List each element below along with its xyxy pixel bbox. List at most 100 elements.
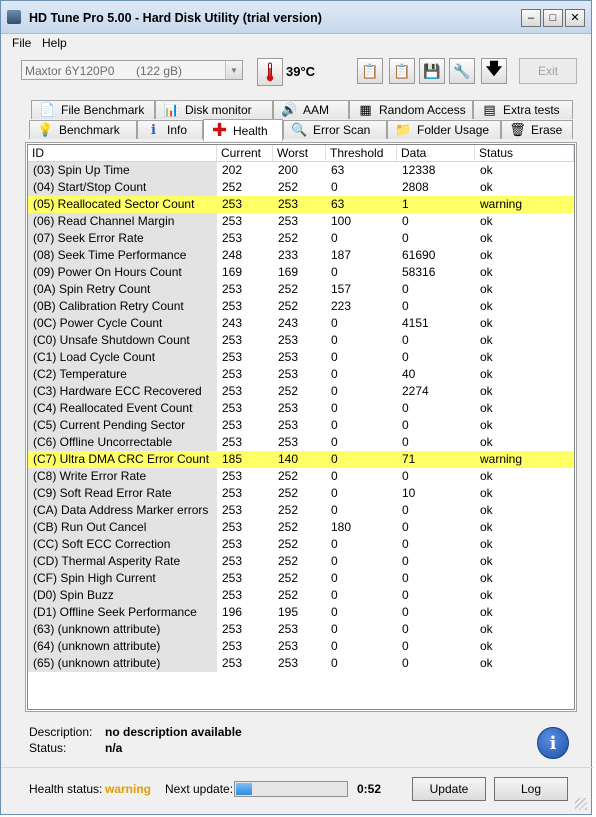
health-panel: ID Current Worst Threshold Data Status (03) S… <box>25 142 577 712</box>
table-row[interactable]: (06) Read Channel Margin 253 253 100 0 ok <box>28 213 574 230</box>
table-row[interactable]: (D1) Offline Seek Performance 196 195 0 0 ok <box>28 604 574 621</box>
arrow-down-icon: 🡇 <box>485 60 503 78</box>
table-cell: 200 <box>278 163 299 177</box>
log-button[interactable]: Log <box>494 777 568 801</box>
menu-file[interactable]: File <box>12 36 31 50</box>
table-cell: 253 <box>222 571 243 585</box>
maximize-button[interactable]: □ <box>543 9 563 27</box>
table-row[interactable]: (CB) Run Out Cancel 253 252 180 0 ok <box>28 519 574 536</box>
table-cell: (C8) Write Error Rate <box>28 468 217 485</box>
close-button[interactable]: ✕ <box>565 9 585 27</box>
drive-select[interactable]: Maxtor 6Y120P0 (122 gB) ▼ <box>21 60 243 80</box>
table-row[interactable]: (C6) Offline Uncorrectable 253 253 0 0 ok <box>28 434 574 451</box>
table-cell: (63) (unknown attribute) <box>28 621 217 638</box>
table-row[interactable]: (C3) Hardware ECC Recovered 253 252 0 2274 ok <box>28 383 574 400</box>
tab-extra-tests[interactable]: ▤ Extra tests <box>473 100 573 119</box>
table-cell: (C1) Load Cycle Count <box>28 349 217 366</box>
table-cell: ok <box>480 605 493 619</box>
minimize-button[interactable]: – <box>521 9 541 27</box>
table-row[interactable]: (CF) Spin High Current 253 252 0 0 ok <box>28 570 574 587</box>
table-row[interactable]: (C8) Write Error Rate 253 252 0 0 ok <box>28 468 574 485</box>
table-cell: 0 <box>402 469 409 483</box>
table-cell: 253 <box>222 503 243 517</box>
copy-text-button[interactable]: 📋 <box>357 58 383 84</box>
floppy-disk-icon: 💾 <box>423 62 441 79</box>
table-cell: 253 <box>273 196 326 213</box>
table-cell: ok <box>480 282 493 296</box>
table-row[interactable]: (09) Power On Hours Count 169 169 0 58316 ok <box>28 264 574 281</box>
table-row[interactable]: (05) Reallocated Sector Count 253 253 63 1 wa… <box>28 196 574 213</box>
table-row[interactable]: (03) Spin Up Time 202 200 63 12338 ok <box>28 162 574 179</box>
menu-help[interactable]: Help <box>42 36 67 50</box>
table-cell: 63 <box>326 196 397 213</box>
table-cell: 252 <box>278 469 299 483</box>
table-cell: ok <box>480 418 493 432</box>
column-header[interactable]: Status <box>475 145 574 161</box>
table-row[interactable]: (C1) Load Cycle Count 253 253 0 0 ok <box>28 349 574 366</box>
table-row[interactable]: (0C) Power Cycle Count 243 243 0 4151 ok <box>28 315 574 332</box>
tab-label: Info <box>167 123 188 137</box>
table-row[interactable]: (04) Start/Stop Count 252 252 0 2808 ok <box>28 179 574 196</box>
table-row[interactable]: (08) Seek Time Performance 248 233 187 61690… <box>28 247 574 264</box>
copy-screenshot-button[interactable]: 📋 <box>389 58 415 84</box>
tab-label: AAM <box>303 103 330 117</box>
table-row[interactable]: (D0) Spin Buzz 253 252 0 0 ok <box>28 587 574 604</box>
table-cell: ok <box>480 248 493 262</box>
table-row[interactable]: (63) (unknown attribute) 253 253 0 0 ok <box>28 621 574 638</box>
table-row[interactable]: (65) (unknown attribute) 253 253 0 0 ok <box>28 655 574 672</box>
table-cell: ok <box>480 384 493 398</box>
save-button[interactable]: 💾 <box>419 58 445 84</box>
tab-aam[interactable]: 🔊 AAM <box>273 100 349 119</box>
table-row[interactable]: (C2) Temperature 253 253 0 40 ok <box>28 366 574 383</box>
table-row[interactable]: (C0) Unsafe Shutdown Count 253 253 0 0 ok <box>28 332 574 349</box>
table-cell: 185 <box>217 451 273 468</box>
table-row[interactable]: (0A) Spin Retry Count 253 252 157 0 ok <box>28 281 574 298</box>
tab-disk-monitor[interactable]: 📊 Disk monitor <box>155 100 273 119</box>
table-row[interactable]: (64) (unknown attribute) 253 253 0 0 ok <box>28 638 574 655</box>
column-header[interactable]: Worst <box>273 145 326 161</box>
options-button[interactable]: 🔧 <box>449 58 475 84</box>
tab-info[interactable]: i Info <box>137 120 203 139</box>
table-cell: 187 <box>331 248 352 262</box>
table-cell: (CB) Run Out Cancel <box>28 519 217 536</box>
table-row[interactable]: (0B) Calibration Retry Count 253 252 223 0 ok <box>28 298 574 315</box>
tab-folder-usage[interactable]: 📁 Folder Usage <box>387 120 501 139</box>
table-cell: warning <box>475 451 574 468</box>
column-header[interactable]: ID <box>28 145 217 161</box>
table-cell: 169 <box>222 265 243 279</box>
tab-error-scan[interactable]: 🔍 Error Scan <box>283 120 387 139</box>
table-row[interactable]: (CC) Soft ECC Correction 253 252 0 0 ok <box>28 536 574 553</box>
column-header[interactable]: Threshold <box>326 145 397 161</box>
table-row[interactable]: (C7) Ultra DMA CRC Error Count 185 140 0 71 w… <box>28 451 574 468</box>
table-row[interactable]: (CA) Data Address Marker errors 253 252 0 0 o… <box>28 502 574 519</box>
table-cell: 253 <box>278 214 299 228</box>
smart-attributes-table[interactable]: ID Current Worst Threshold Data Status (03) S… <box>27 144 575 710</box>
tab-benchmark[interactable]: 💡 Benchmark <box>29 120 137 139</box>
status-bar: Health status: warning Next update: 0:52… <box>1 773 593 809</box>
tab-health[interactable]: ✚ Health <box>203 119 283 141</box>
table-cell: 0 <box>402 401 409 415</box>
minimize-to-tray-button[interactable]: 🡇 <box>481 58 507 84</box>
table-cell: 0 <box>402 605 409 619</box>
tab-random-access[interactable]: ▦ Random Access <box>349 100 473 119</box>
exit-button[interactable]: Exit <box>519 58 577 84</box>
resize-grip[interactable] <box>575 798 587 810</box>
chevron-down-icon[interactable]: ▼ <box>225 61 242 79</box>
column-header[interactable]: Current <box>217 145 273 161</box>
update-button[interactable]: Update <box>412 777 486 801</box>
tab-erase[interactable]: 🗑 Erase <box>501 120 573 139</box>
table-row[interactable]: (CD) Thermal Asperity Rate 253 252 0 0 ok <box>28 553 574 570</box>
health-status-value: warning <box>105 782 152 796</box>
table-cell: ok <box>480 588 493 602</box>
table-row[interactable]: (07) Seek Error Rate 253 252 0 0 ok <box>28 230 574 247</box>
title-bar[interactable]: HD Tune Pro 5.00 - Hard Disk Utility (tr… <box>1 1 591 34</box>
column-header[interactable]: Data <box>397 145 475 161</box>
table-cell: 253 <box>222 231 243 245</box>
table-cell: 243 <box>222 316 243 330</box>
table-row[interactable]: (C9) Soft Read Error Rate 253 252 0 10 ok <box>28 485 574 502</box>
table-cell: 253 <box>222 435 243 449</box>
tab-file-benchmark[interactable]: 📄 File Benchmark <box>31 100 155 119</box>
info-icon[interactable]: i <box>537 727 569 759</box>
table-row[interactable]: (C4) Reallocated Event Count 253 253 0 0 ok <box>28 400 574 417</box>
table-row[interactable]: (C5) Current Pending Sector 253 253 0 0 ok <box>28 417 574 434</box>
